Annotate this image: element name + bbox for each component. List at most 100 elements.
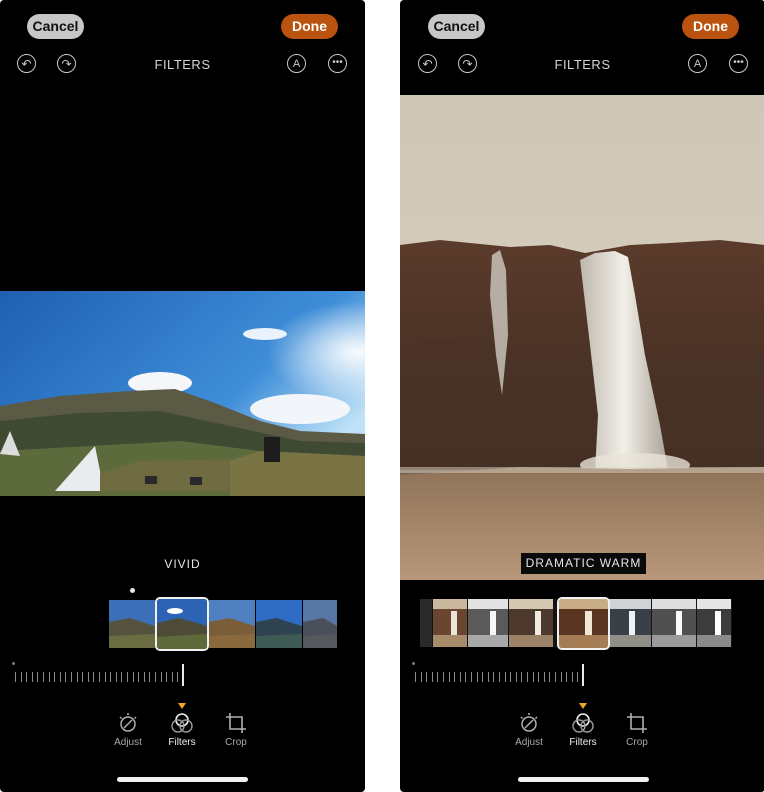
slider-tick — [87, 672, 89, 682]
filter-thumbnail[interactable] — [256, 600, 302, 648]
filter-intensity-slider[interactable] — [412, 662, 757, 686]
slider-tick — [431, 672, 433, 682]
slider-tick — [37, 672, 39, 682]
slider-tick — [160, 672, 162, 682]
filter-name-label: DRAMATIC WARM — [521, 553, 646, 574]
filter-thumbnail[interactable] — [652, 599, 696, 647]
slider-tick — [127, 672, 128, 682]
slider-tick — [426, 672, 428, 682]
slider-tick — [121, 672, 123, 682]
slider-tick — [31, 672, 33, 682]
crop-tool-button[interactable]: Crop — [612, 712, 662, 748]
adjust-icon — [520, 713, 538, 732]
filter-thumbnail[interactable] — [509, 599, 553, 647]
slider-tick — [171, 672, 173, 682]
slider-tick — [499, 672, 500, 682]
active-tool-marker — [579, 703, 587, 709]
slider-tick — [65, 672, 67, 682]
cancel-button[interactable]: Cancel — [27, 14, 84, 39]
slider-tick — [510, 672, 512, 682]
slider-tick — [71, 672, 72, 682]
slider-tick — [93, 672, 95, 682]
filter-thumbnail[interactable] — [697, 599, 731, 647]
slider-tick — [560, 672, 562, 682]
filters-label: Filters — [569, 737, 597, 748]
done-button[interactable]: Done — [682, 14, 739, 39]
slider-tick — [538, 672, 540, 682]
slider-start-dot — [12, 662, 15, 665]
page-title: FILTERS — [154, 57, 211, 72]
slider-tick — [415, 672, 416, 682]
slider-tick — [59, 672, 61, 682]
done-button[interactable]: Done — [281, 14, 338, 39]
adjust-label: Adjust — [114, 737, 142, 748]
cancel-button[interactable]: Cancel — [428, 14, 485, 39]
slider-tick — [437, 672, 439, 682]
slider-tick — [166, 672, 168, 682]
slider-needle[interactable] — [582, 664, 584, 686]
landscape-photo — [0, 291, 365, 496]
slider-tick — [48, 672, 50, 682]
filter-thumbnail[interactable] — [433, 599, 467, 647]
slider-tick — [76, 672, 78, 682]
filter-thumbnail[interactable] — [420, 599, 432, 647]
filter-thumbnail[interactable] — [303, 600, 337, 648]
filter-thumbnail[interactable] — [209, 600, 255, 648]
slider-tick — [115, 672, 117, 682]
markup-icon[interactable]: A — [287, 54, 306, 73]
filter-thumbnail[interactable] — [607, 599, 651, 647]
slider-tick — [532, 672, 534, 682]
slider-tick — [54, 672, 56, 682]
slider-tick — [420, 672, 422, 682]
slider-needle[interactable] — [182, 664, 184, 686]
slider-tick — [454, 672, 456, 682]
filters-icon — [171, 713, 193, 733]
slider-tick — [527, 672, 528, 682]
filters-tool-button[interactable]: Filters — [157, 712, 207, 748]
filter-thumbnail[interactable] — [468, 599, 508, 647]
right-phone-screen: Cancel Done ↶ ↷ FILTERS A ••• DRAMATIC W… — [400, 0, 764, 792]
filter-thumbnail[interactable] — [109, 600, 155, 648]
left-phone-screen: Cancel Done ↶ ↷ FILTERS A ••• VIVID Adju… — [0, 0, 365, 792]
page-title: FILTERS — [554, 57, 611, 72]
adjust-tool-button[interactable]: Adjust — [103, 712, 153, 748]
selected-filter-dramatic-warm[interactable] — [557, 597, 610, 650]
slider-tick — [143, 672, 145, 682]
filters-tool-button[interactable]: Filters — [558, 712, 608, 748]
slider-tick — [521, 672, 523, 682]
selected-filter-vivid[interactable] — [155, 597, 209, 651]
slider-tick — [20, 672, 22, 682]
slider-tick — [555, 672, 556, 682]
active-tool-marker — [178, 703, 186, 709]
slider-tick — [465, 672, 467, 682]
slider-tick — [571, 672, 573, 682]
filters-label: Filters — [168, 737, 196, 748]
more-icon[interactable]: ••• — [729, 54, 748, 73]
slider-start-dot — [412, 662, 415, 665]
more-icon[interactable]: ••• — [328, 54, 347, 73]
slider-tick — [177, 672, 179, 682]
home-indicator — [117, 777, 248, 782]
filter-thumbnail-strip[interactable] — [109, 600, 338, 648]
slider-tick — [459, 672, 461, 682]
slider-tick — [110, 672, 112, 682]
adjust-tool-button[interactable]: Adjust — [504, 712, 554, 748]
slider-tick — [577, 672, 579, 682]
slider-tick — [26, 672, 28, 682]
markup-icon[interactable]: A — [688, 54, 707, 73]
crop-icon — [226, 713, 246, 733]
filters-icon — [572, 713, 594, 733]
slider-tick — [443, 672, 444, 682]
photo-preview — [400, 95, 764, 580]
crop-tool-button[interactable]: Crop — [211, 712, 261, 748]
slider-tick — [493, 672, 495, 682]
slider-tick — [448, 672, 450, 682]
slider-tick — [515, 672, 517, 682]
slider-tick — [482, 672, 484, 682]
filter-intensity-slider[interactable] — [12, 662, 357, 686]
crop-label: Crop — [225, 737, 247, 748]
crop-icon — [627, 713, 647, 733]
slider-tick — [149, 672, 151, 682]
original-indicator-dot — [130, 588, 135, 593]
slider-tick — [566, 672, 568, 682]
